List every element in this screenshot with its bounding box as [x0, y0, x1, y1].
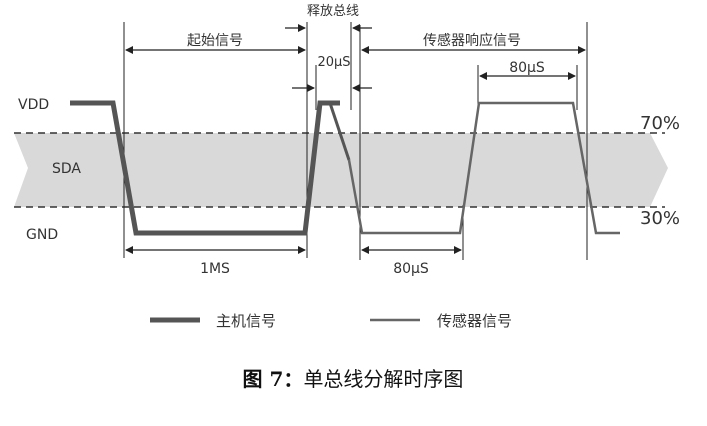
pct-30-label: 30%	[640, 208, 680, 229]
legend-host-label: 主机信号	[216, 312, 276, 330]
pct-70-label: 70%	[640, 113, 680, 134]
start-signal-label: 起始信号	[187, 33, 243, 49]
sda-label: SDA	[52, 161, 81, 177]
sda-band	[14, 133, 668, 207]
gnd-label: GND	[26, 227, 58, 243]
caption-prefix: 图 7：	[243, 367, 304, 391]
legend-sensor-label: 传感器信号	[437, 312, 512, 330]
t20-label: 20μS	[317, 55, 350, 70]
t1ms-label: 1MS	[200, 261, 230, 277]
figure-caption: 图 7：单总线分解时序图	[243, 367, 464, 391]
release-bus-label: 释放总线	[307, 4, 359, 19]
timing-diagram: VDD SDA GND 70% 30% 起始信号 释放总线 传感器响应信号 20…	[14, 4, 680, 391]
caption-text: 单总线分解时序图	[303, 367, 463, 391]
t80-low-label: 80μS	[393, 261, 429, 277]
t80-high-label: 80μS	[509, 60, 545, 76]
vdd-label: VDD	[18, 97, 49, 113]
sensor-response-label: 传感器响应信号	[423, 32, 521, 49]
